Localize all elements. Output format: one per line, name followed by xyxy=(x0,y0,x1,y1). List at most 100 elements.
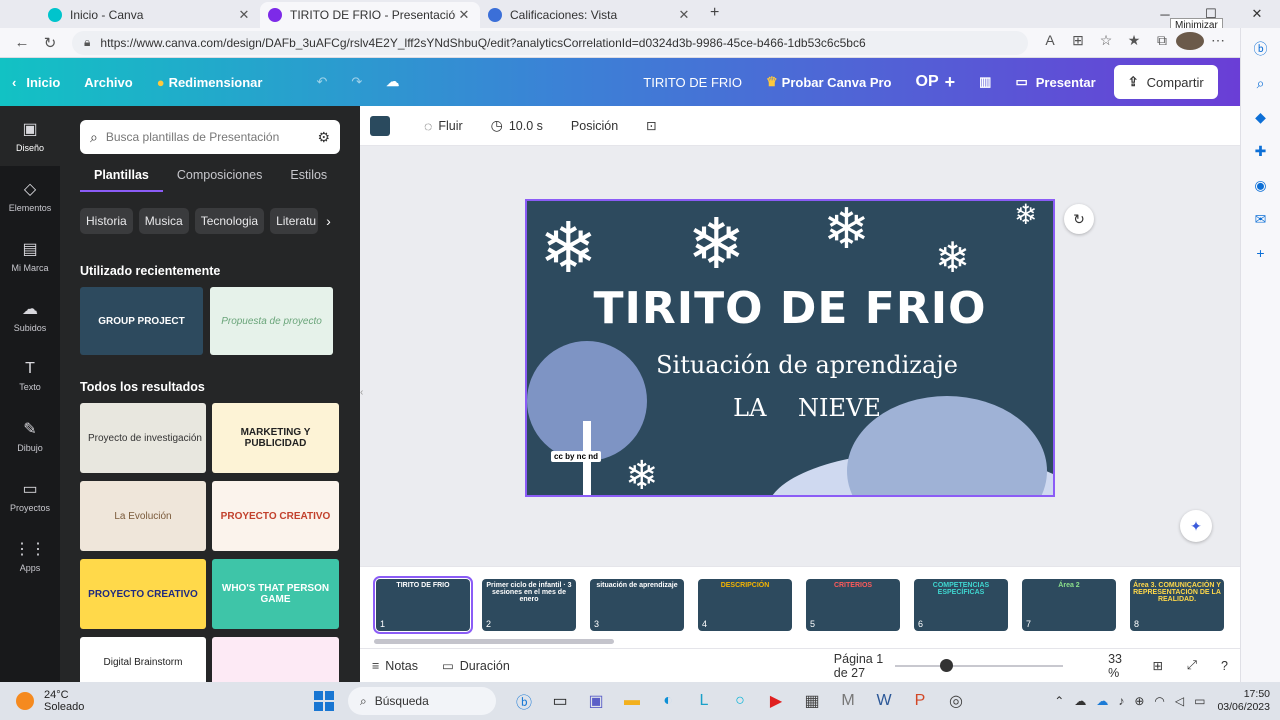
bing-app-icon[interactable]: ⓑ xyxy=(506,682,542,720)
volume-icon[interactable]: ◁ xyxy=(1175,694,1184,708)
chrome-icon[interactable]: ◎ xyxy=(938,682,974,720)
result-template-2[interactable]: MARKETING Y PUBLICIDAD xyxy=(212,403,339,473)
file-explorer-icon[interactable]: ▬ xyxy=(614,682,650,720)
cloud-icon[interactable]: ☁ xyxy=(1074,694,1086,708)
language-icon[interactable]: ⊕ xyxy=(1134,694,1144,708)
youtube-icon[interactable]: ▶ xyxy=(758,682,794,720)
refresh-icon[interactable]: ↻ xyxy=(1064,204,1094,234)
rail-item-design[interactable]: ▣ Diseño xyxy=(0,106,60,166)
result-template-6[interactable]: WHO'S THAT PERSON GAME xyxy=(212,559,339,629)
file-menu[interactable]: Archivo xyxy=(72,58,144,106)
lock-icon[interactable]: ⊡ xyxy=(632,118,670,133)
slide-subtitle-2[interactable]: LA NIEVE xyxy=(647,394,967,422)
word-icon[interactable]: W xyxy=(866,682,902,720)
shopping-icon[interactable]: ◆ xyxy=(1255,100,1266,134)
resize-button[interactable]: ● Redimensionar xyxy=(145,58,275,106)
result-template-4[interactable]: PROYECTO CREATIVO xyxy=(212,481,339,551)
recent-template-2[interactable]: Propuesta de proyecto xyxy=(210,287,333,355)
new-tab-button[interactable]: + xyxy=(700,4,729,28)
help-icon[interactable]: ? xyxy=(1209,659,1240,673)
collections-icon[interactable]: ⧉ xyxy=(1148,32,1176,53)
zoom-slider-handle[interactable] xyxy=(940,659,953,672)
slide-thumb-2[interactable]: Primer ciclo de infantil · 3 sesiones en… xyxy=(482,579,576,631)
chip-literature[interactable]: Literatu xyxy=(270,208,319,234)
wifi-icon[interactable]: ◠ xyxy=(1154,694,1164,708)
chevron-up-icon[interactable]: ⌃ xyxy=(1054,694,1064,708)
close-tab-icon[interactable]: ✕ xyxy=(456,7,472,23)
slide-thumb-6[interactable]: COMPETENCIAS ESPECÍFICAS 6 xyxy=(914,579,1008,631)
redo-icon[interactable]: ↷ xyxy=(339,58,374,106)
more-menu-icon[interactable]: ⋯ xyxy=(1204,32,1232,53)
slide-canvas[interactable]: ❄ ❄ ❄ ❄ ❄ ❄ TIRITO DE FRIO Situación de … xyxy=(525,199,1055,497)
rail-item-draw[interactable]: ✎ Dibujo xyxy=(0,406,60,466)
notes-button[interactable]: ≡ Notas xyxy=(360,659,430,673)
app-icon[interactable]: L xyxy=(686,682,722,720)
stats-icon[interactable]: ▥ xyxy=(967,58,1003,106)
chip-technology[interactable]: Tecnologia xyxy=(194,208,265,234)
battery-icon[interactable]: ▭ xyxy=(1194,694,1205,708)
try-pro-button[interactable]: ♛ Probar Canva Pro xyxy=(754,58,903,106)
slide-thumb-8[interactable]: Área 3. COMUNICACIÓN Y REPRESENTACIÓN DE… xyxy=(1130,579,1224,631)
share-button[interactable]: ⇪ Compartir xyxy=(1113,65,1218,99)
favorites-icon[interactable]: ★ xyxy=(1120,32,1148,53)
document-title[interactable]: TIRITO DE FRIO xyxy=(631,58,754,106)
app-icon[interactable]: M xyxy=(830,682,866,720)
background-color-swatch[interactable] xyxy=(370,115,390,136)
slide-thumb-4[interactable]: DESCRIPCIÓN 4 xyxy=(698,579,792,631)
tab-styles[interactable]: Estilos xyxy=(276,162,341,192)
taskbar-clock[interactable]: 17:50 03/06/2023 xyxy=(1217,688,1270,714)
rail-item-uploads[interactable]: ☁ Subidos xyxy=(0,286,60,346)
teams-icon[interactable]: ▣ xyxy=(578,682,614,720)
chip-history[interactable]: Historia xyxy=(80,208,133,234)
result-template-7[interactable]: Digital Brainstorm xyxy=(80,637,206,682)
filmstrip-scrollbar[interactable] xyxy=(374,639,614,644)
browser-tab-3[interactable]: Calificaciones: Vista ✕ xyxy=(480,2,700,28)
app-available-icon[interactable]: ⊞ xyxy=(1064,32,1092,53)
timing-button[interactable]: ◷ 10.0 s xyxy=(477,117,557,134)
outlook-icon[interactable]: ✉ xyxy=(1255,202,1267,236)
slide-title[interactable]: TIRITO DE FRIO xyxy=(527,283,1053,334)
magic-sparkle-icon[interactable]: ✦ xyxy=(1180,510,1212,542)
chip-music[interactable]: Musica xyxy=(138,208,189,234)
close-window-icon[interactable]: ✕ xyxy=(1234,6,1280,22)
browser-tab-2[interactable]: TIRITO DE FRIO - Presentación ✕ xyxy=(260,2,480,28)
read-aloud-icon[interactable]: A xyxy=(1036,32,1064,53)
tools-icon[interactable]: ✚ xyxy=(1255,134,1267,168)
grid-view-icon[interactable]: ⊞ xyxy=(1141,658,1175,673)
recent-template-1[interactable]: GROUP PROJECT xyxy=(80,287,203,355)
task-view-icon[interactable]: ▭ xyxy=(542,682,578,720)
add-collaborator-icon[interactable]: + xyxy=(945,72,956,93)
duration-button[interactable]: ▭ Duración xyxy=(430,658,522,674)
add-icon[interactable]: + xyxy=(1256,236,1264,270)
position-button[interactable]: Posición xyxy=(557,119,632,133)
home-button[interactable]: ‹ Inicio xyxy=(0,58,72,106)
onedrive-icon[interactable]: ☁ xyxy=(1096,694,1108,708)
rail-item-brand[interactable]: ▤ Mi Marca xyxy=(0,226,60,286)
rail-item-text[interactable]: T Texto xyxy=(0,346,60,406)
rail-item-projects[interactable]: ▭ Proyectos xyxy=(0,466,60,526)
fullscreen-icon[interactable]: ⤢ xyxy=(1175,658,1209,673)
rail-item-elements[interactable]: ◇ Elementos xyxy=(0,166,60,226)
taskbar-search[interactable]: ⌕ Búsqueda xyxy=(348,687,496,715)
template-search-input[interactable]: ⌕ Busca plantillas de Presentación ⚙ xyxy=(80,120,340,154)
cortana-icon[interactable]: ○ xyxy=(722,682,758,720)
powerpoint-icon[interactable]: P xyxy=(902,682,938,720)
chevron-right-icon[interactable]: › xyxy=(324,208,333,234)
tab-compositions[interactable]: Composiciones xyxy=(163,162,276,192)
store-icon[interactable]: ▦ xyxy=(794,682,830,720)
slide-thumb-1[interactable]: TIRITO DE FRIO 1 xyxy=(373,576,473,634)
undo-icon[interactable]: ↶ xyxy=(304,58,339,106)
result-template-3[interactable]: La Evolución xyxy=(80,481,206,551)
close-tab-icon[interactable]: ✕ xyxy=(236,7,252,23)
edge-icon[interactable]: ◐ xyxy=(650,682,686,720)
result-template-1[interactable]: Proyecto de investigación xyxy=(80,403,206,473)
favorite-star-icon[interactable]: ☆ xyxy=(1092,32,1120,53)
slide-thumb-3[interactable]: situación de aprendizaje 3 xyxy=(590,579,684,631)
rail-item-apps[interactable]: ⋮⋮ Apps xyxy=(0,526,60,586)
windows-start-icon[interactable] xyxy=(314,691,334,711)
cloud-saved-icon[interactable]: ☁ xyxy=(374,58,411,106)
tab-templates[interactable]: Plantillas xyxy=(80,162,163,192)
collapse-panel-icon[interactable]: ‹ xyxy=(360,370,370,414)
search-icon[interactable]: ⌕ xyxy=(1257,66,1265,100)
animate-button[interactable]: ◌ Fluir xyxy=(410,118,477,134)
